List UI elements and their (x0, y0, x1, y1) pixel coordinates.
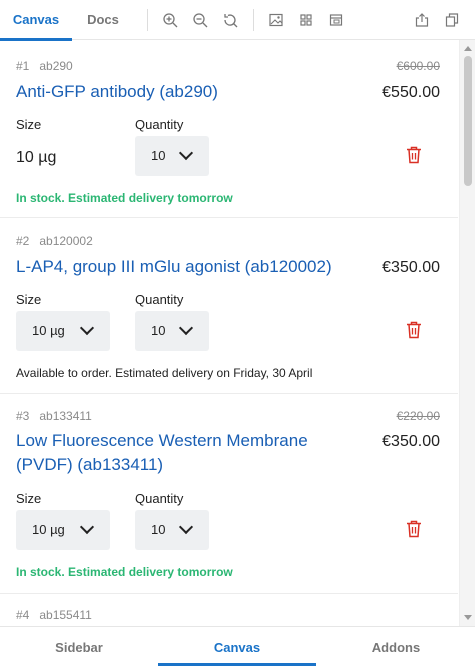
item-number: #4 (16, 608, 30, 622)
chevron-down-icon (178, 519, 194, 535)
copy-icon[interactable] (442, 10, 462, 30)
quantity-label: Quantity (135, 491, 184, 506)
item-meta: #3 ab133411 (16, 409, 92, 423)
quantity-value: 10 (151, 522, 166, 537)
item-code: ab120002 (39, 234, 93, 248)
size-value: 10 µg (32, 522, 65, 537)
size-label: Size (16, 491, 42, 506)
nav-canvas[interactable]: Canvas (158, 627, 316, 667)
cart-item: #1 ab290 €600.00 Anti-GFP antibody (ab290… (0, 40, 458, 218)
reset-zoom-icon[interactable] (220, 10, 240, 30)
nav-sidebar[interactable]: Sidebar (0, 627, 158, 667)
stock-status: In stock. Estimated delivery tomorrow (16, 565, 233, 579)
size-value: 10 µg (16, 149, 57, 166)
layout-icon[interactable] (326, 10, 346, 30)
scroll-down-arrow[interactable] (464, 615, 472, 620)
quantity-value: 10 (151, 148, 166, 163)
image-icon[interactable] (266, 10, 286, 30)
price: €350.00 (382, 259, 440, 276)
item-meta: #1 ab290 (16, 59, 73, 73)
product-title-link[interactable]: Low Fluorescence Western Membrane (PVDF)… (16, 429, 356, 477)
price: €550.00 (382, 84, 440, 101)
size-label: Size (16, 117, 42, 132)
quantity-label: Quantity (135, 292, 184, 307)
item-code: ab290 (39, 59, 73, 73)
product-title-link[interactable]: Anti-GFP antibody (ab290) (16, 80, 356, 104)
toolbar-divider (253, 9, 254, 31)
scroll-up-arrow[interactable] (464, 46, 472, 51)
zoom-in-icon[interactable] (160, 10, 180, 30)
cart-item: #2 ab120002 L-AP4, group III mGlu agonist… (0, 218, 458, 394)
cart-item: #4 ab155411 (0, 594, 458, 626)
item-code: ab133411 (39, 409, 92, 423)
quantity-select[interactable]: 10 (135, 136, 209, 176)
quantity-select[interactable]: 10 (135, 311, 209, 351)
stock-status: Available to order. Estimated delivery o… (16, 366, 313, 380)
top-toolbar: Canvas Docs (0, 0, 475, 41)
grid-icon[interactable] (296, 10, 316, 30)
trash-icon[interactable] (406, 321, 422, 339)
tab-canvas[interactable]: Canvas (0, 0, 72, 41)
cart-item: #3 ab133411 €220.00 Low Fluorescence West… (0, 394, 458, 594)
bottom-nav: Sidebar Canvas Addons (0, 626, 475, 667)
nav-addons[interactable]: Addons (317, 627, 475, 667)
quantity-select[interactable]: 10 (135, 510, 209, 550)
quantity-value: 10 (151, 323, 166, 338)
chevron-down-icon (178, 145, 194, 161)
tab-docs[interactable]: Docs (72, 0, 134, 40)
item-number: #2 (16, 234, 30, 248)
stock-status: In stock. Estimated delivery tomorrow (16, 191, 233, 205)
size-select[interactable]: 10 µg (16, 510, 110, 550)
item-meta: #4 ab155411 (16, 608, 92, 622)
item-number: #3 (16, 409, 30, 423)
item-number: #1 (16, 59, 30, 73)
chevron-down-icon (79, 519, 95, 535)
size-label: Size (16, 292, 42, 307)
chevron-down-icon (178, 320, 194, 336)
scrollbar-thumb[interactable] (464, 56, 472, 186)
price: €350.00 (382, 433, 440, 450)
size-value: 10 µg (32, 323, 65, 338)
item-code: ab155411 (39, 608, 92, 622)
product-title-link[interactable]: L-AP4, group III mGlu agonist (ab120002) (16, 255, 356, 279)
old-price: €220.00 (396, 409, 440, 423)
scrollbar[interactable] (459, 40, 475, 626)
old-price: €600.00 (396, 59, 440, 73)
trash-icon[interactable] (406, 520, 422, 538)
export-icon[interactable] (412, 10, 432, 30)
cart-item-list: #1 ab290 €600.00 Anti-GFP antibody (ab290… (0, 40, 475, 626)
size-select[interactable]: 10 µg (16, 311, 110, 351)
chevron-down-icon (79, 320, 95, 336)
item-meta: #2 ab120002 (16, 234, 93, 248)
trash-icon[interactable] (406, 146, 422, 164)
toolbar-divider (147, 9, 148, 31)
zoom-out-icon[interactable] (190, 10, 210, 30)
quantity-label: Quantity (135, 117, 184, 132)
